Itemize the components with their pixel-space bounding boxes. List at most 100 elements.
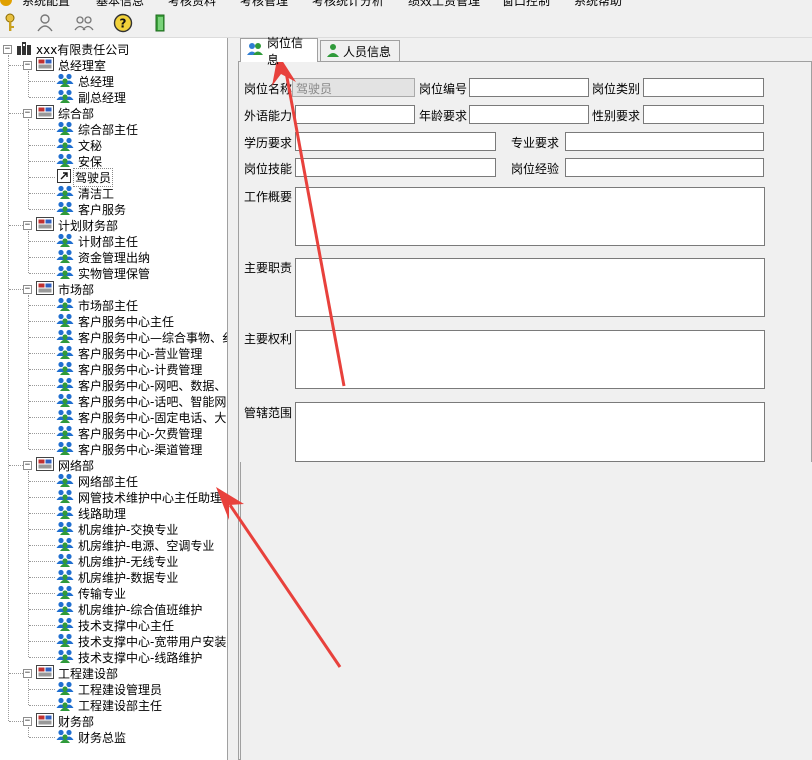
tree-dept-node[interactable]: − 财务部 [23,712,95,729]
tree-root[interactable]: − xxx有限责任公司 [3,41,130,57]
tree-dept-node[interactable]: − 总经理室 [23,56,107,73]
group-icon [56,393,74,410]
help-icon[interactable]: ? [112,12,134,34]
foreign-language-field[interactable] [295,105,415,124]
tree-post-node[interactable]: 机房维护-无线专业 [56,553,179,569]
post-name-field[interactable]: 驾驶员 [292,78,415,97]
tree-post-node[interactable]: 机房维护-交换专业 [56,521,179,537]
tree-post-node[interactable]: 副总经理 [56,89,127,105]
menu-item-help[interactable]: 系统帮助 [574,0,622,8]
tree-post-node[interactable]: 文秘 [56,137,103,153]
collapse-toggle[interactable]: − [23,60,32,70]
tree-node-label: 安保 [78,154,103,169]
tree-post-node[interactable]: 机房维护-综合值班维护 [56,601,203,617]
tree-line [29,433,55,434]
tree-post-node[interactable]: 客户服务 [56,201,127,217]
tree-post-node[interactable]: 财务总监 [56,729,127,745]
tree-node-label: 副总经理 [78,90,127,105]
menu-item-assessment-data[interactable]: 考核资料 [168,0,216,8]
tree-post-node[interactable]: 实物管理保管 [56,265,151,281]
tree-post-node[interactable]: 线路助理 [56,505,127,521]
menu-item-assessment-mgmt[interactable]: 考核管理 [240,0,288,8]
tree-dept-node[interactable]: − 市场部 [23,280,95,297]
tree-post-node[interactable]: 传输专业 [56,585,127,601]
group-icon [56,137,74,154]
collapse-toggle[interactable]: − [3,44,12,54]
tree-post-node[interactable]: 客户服务中心-渠道管理 [56,441,203,457]
menu-item-assessment-stats[interactable]: 考核统计分析 [312,0,384,8]
tree-line [29,193,55,194]
tree-post-node[interactable]: 客户服务中心-网吧、数据、 [56,377,227,393]
key-icon[interactable] [0,12,21,34]
major-field[interactable] [565,132,764,151]
collapse-toggle[interactable]: − [23,220,32,230]
tree-post-node[interactable]: 资金管理出纳 [56,249,151,265]
tree-node-label: 客户服务中心-欠费管理 [78,426,203,441]
group-icon [56,73,74,90]
tree-post-node[interactable]: 清洁工 [56,185,115,201]
tree-post-node[interactable]: 客户服务中心-营业管理 [56,345,203,361]
tree-post-node[interactable]: 客户服务中心-话吧、智能网 [56,393,227,409]
menu-item-salary-mgmt[interactable]: 绩效工资管理 [408,0,480,8]
gender-requirement-field[interactable] [643,105,764,124]
menu-item-system-config[interactable]: 系统配置 [22,0,70,8]
tree-dept-node[interactable]: − 计划财务部 [23,216,119,233]
work-overview-textarea[interactable] [295,187,765,246]
collapse-toggle[interactable]: − [23,668,32,678]
tree-line [29,257,55,258]
main-duties-textarea[interactable] [295,258,765,317]
tree-post-node[interactable]: 总经理 [56,73,115,89]
tab-person-info[interactable]: 人员信息 [320,40,400,62]
tree-post-node[interactable]: 客户服务中心主任 [56,313,175,329]
collapse-toggle[interactable]: − [23,716,32,726]
skills-field[interactable] [295,158,496,177]
tree-line [29,657,55,658]
tree-dept-node[interactable]: − 网络部 [23,456,95,473]
tree-post-node[interactable]: 综合部主任 [56,121,139,137]
tree-post-node[interactable]: 机房维护-电源、空调专业 [56,537,215,553]
tree-post-node[interactable]: 机房维护-数据专业 [56,569,179,585]
tab-label: 人员信息 [343,45,392,59]
jurisdiction-textarea[interactable] [295,402,765,462]
group-icon[interactable] [73,12,95,34]
post-category-field[interactable] [643,78,764,97]
post-code-field[interactable] [469,78,589,97]
tree-node-label: 客户服务中心-渠道管理 [78,442,203,457]
tree-post-node[interactable]: 客户服务中心—综合事物、纟 [56,329,227,345]
age-requirement-field[interactable] [469,105,589,124]
tree-dept-node[interactable]: − 综合部 [23,104,95,121]
tree-post-node[interactable]: 网管技术维护中心主任助理 [56,489,223,505]
tree-line [29,737,55,738]
tree-post-node[interactable]: 技术支撑中心-宽带用户安装 [56,633,227,649]
education-field[interactable] [295,132,496,151]
group-icon [56,313,74,330]
tree-post-node[interactable]: 客户服务中心-欠费管理 [56,425,203,441]
tree-post-node[interactable]: 客户服务中心-固定电话、大 [56,409,227,425]
menu-item-window[interactable]: 窗口控制 [502,0,550,8]
tree-post-node[interactable]: 工程建设管理员 [56,681,163,697]
splitter[interactable] [228,38,238,760]
org-tree[interactable]: − xxx有限责任公司 − 总经理室 总经理 副总经理 − 综合部 综合部主任 文秘 安保 驾驶员… [0,38,228,760]
experience-field[interactable] [565,158,764,177]
menu-item-basic-info[interactable]: 基本信息 [96,0,144,8]
tree-line [29,161,55,162]
collapse-toggle[interactable]: − [23,460,32,470]
exit-icon[interactable] [150,12,172,34]
user-settings-icon[interactable] [34,12,56,34]
tree-line [28,727,29,737]
tree-dept-node[interactable]: − 工程建设部 [23,664,119,681]
main-rights-textarea[interactable] [295,330,765,389]
tree-post-node[interactable]: 市场部主任 [56,297,139,313]
group-icon [56,633,74,650]
collapse-toggle[interactable]: − [23,108,32,118]
collapse-toggle[interactable]: − [23,284,32,294]
tree-post-node[interactable]: 网络部主任 [56,473,139,489]
tree-post-node[interactable]: 技术支撑中心-线路维护 [56,649,203,665]
tree-post-node-selected[interactable]: 驾驶员 [56,167,114,187]
tree-post-node[interactable]: 安保 [56,153,103,169]
tree-post-node[interactable]: 工程建设部主任 [56,697,163,713]
tab-post-info[interactable]: 岗位信息 [240,36,318,67]
tree-post-node[interactable]: 技术支撑中心主任 [56,617,175,633]
tree-post-node[interactable]: 计财部主任 [56,233,139,249]
tree-post-node[interactable]: 客户服务中心-计费管理 [56,361,203,377]
